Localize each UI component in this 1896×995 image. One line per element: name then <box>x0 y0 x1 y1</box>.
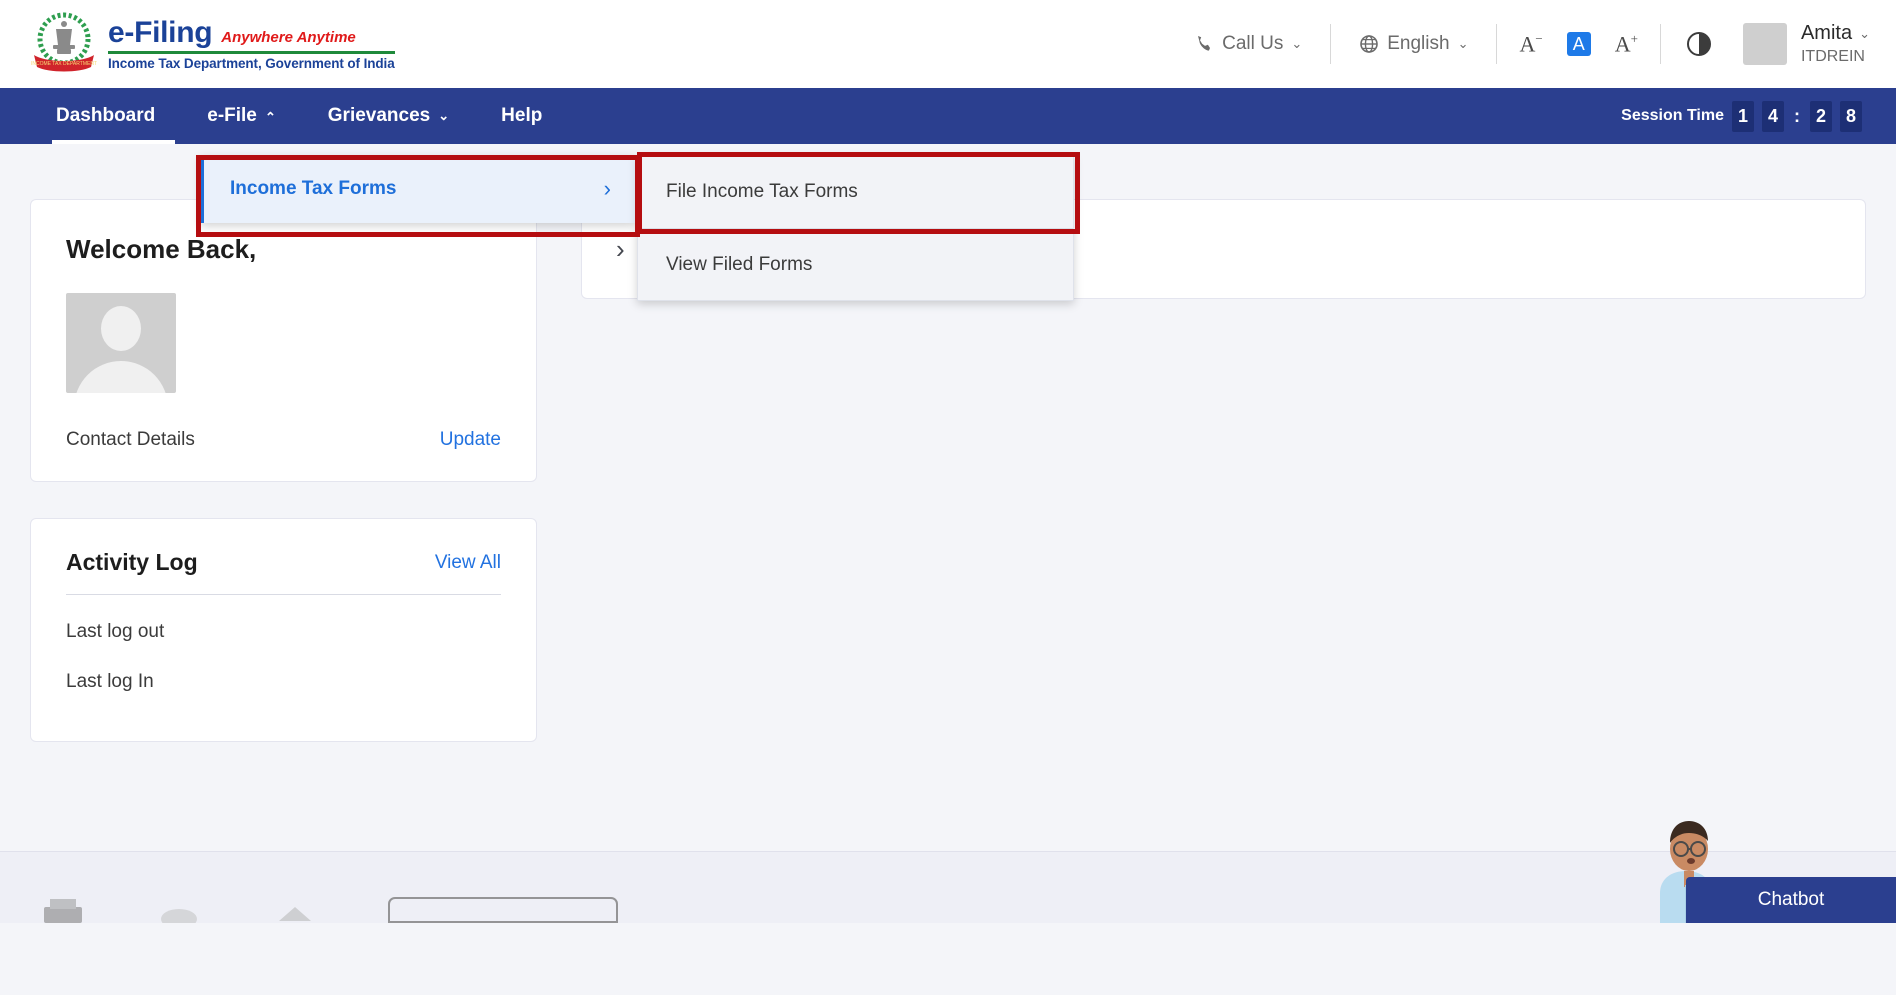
efile-menu-level1: Income Tax Forms › <box>200 155 635 223</box>
call-us-label: Call Us <box>1222 33 1284 54</box>
welcome-card: Welcome Back, Contact Details Update <box>30 199 537 482</box>
chevron-right-icon: › <box>603 176 611 201</box>
top-header: INCOME TAX DEPARTMENT e-Filing Anywhere … <box>0 0 1896 88</box>
brand-logo[interactable]: INCOME TAX DEPARTMENT e-Filing Anywhere … <box>30 11 395 77</box>
font-increase-sup: + <box>1630 31 1638 47</box>
avatar-body <box>74 361 168 393</box>
session-timer: Session Time 1 4 : 2 8 <box>1621 100 1862 132</box>
phone-icon <box>1198 36 1211 51</box>
menu-item-income-tax-forms[interactable]: Income Tax Forms › <box>200 155 635 223</box>
nav-label: e-File <box>207 105 257 126</box>
profile-avatar-icon <box>66 293 176 393</box>
chevron-down-icon: ⌄ <box>1859 25 1870 41</box>
menu-item-label: View Filed Forms <box>666 253 813 275</box>
contact-details-row: Contact Details Update <box>66 429 501 451</box>
menu-item-view-filed-forms[interactable]: View Filed Forms <box>638 228 1073 300</box>
divider <box>1659 24 1661 64</box>
activity-log-title: Activity Log <box>66 549 198 575</box>
font-increase-label: A <box>1614 31 1631 57</box>
main-navigation: Dashboard e-File ⌄ Grievances ⌄ Help Ses… <box>0 88 1896 144</box>
session-time-label: Session Time <box>1621 107 1724 124</box>
footer <box>0 851 1896 923</box>
nav-item-grievances[interactable]: Grievances ⌄ <box>302 88 475 144</box>
contact-details-label: Contact Details <box>66 429 195 450</box>
list-item: Last log out <box>66 621 165 642</box>
footer-pill <box>388 897 618 923</box>
divider <box>1330 24 1332 64</box>
session-digit-1: 1 <box>1732 100 1754 132</box>
chevron-down-icon: ⌄ <box>438 108 450 123</box>
globe-icon <box>1360 35 1379 53</box>
footer-icon-3 <box>279 907 311 921</box>
nav-item-dashboard[interactable]: Dashboard <box>30 88 181 144</box>
nav-item-efile[interactable]: e-File ⌄ <box>181 88 302 144</box>
menu-item-file-income-tax-forms[interactable]: File Income Tax Forms <box>638 156 1073 228</box>
left-column: Welcome Back, Contact Details Update Act… <box>30 199 537 923</box>
font-decrease-button[interactable]: A− <box>1505 32 1556 55</box>
session-digit-2: 4 <box>1762 100 1784 132</box>
avatar <box>1742 23 1787 65</box>
session-digit-3: 2 <box>1810 100 1832 132</box>
nav-label: Help <box>501 105 543 126</box>
svg-text:INCOME TAX DEPARTMENT: INCOME TAX DEPARTMENT <box>31 61 97 67</box>
font-decrease-label: A <box>1519 31 1536 57</box>
brand-title: e-Filing <box>108 15 213 49</box>
user-id-label: ITDREIN <box>1800 48 1865 65</box>
user-name-label: Amita <box>1800 22 1853 44</box>
font-decrease-sup: − <box>1535 31 1543 47</box>
chevron-down-icon: ⌄ <box>1457 36 1469 51</box>
brand-rule <box>108 50 395 54</box>
user-menu[interactable]: Amita ⌄ ITDREIN <box>1729 22 1870 66</box>
nav-item-help[interactable]: Help <box>475 88 568 144</box>
activity-log-header: Activity Log View All <box>66 549 501 576</box>
chatbot-label: Chatbot <box>1757 889 1825 910</box>
header-utility-bar: Call Us ⌄ English ⌄ A− A A+ Amita ⌄ ITDR… <box>1174 0 1870 88</box>
contrast-icon[interactable] <box>1686 32 1711 56</box>
language-label: English <box>1387 33 1450 54</box>
language-selector[interactable]: English ⌄ <box>1339 33 1488 55</box>
update-link[interactable]: Update <box>440 429 501 451</box>
chevron-down-icon: ⌄ <box>1291 36 1303 51</box>
india-emblem-icon: INCOME TAX DEPARTMENT <box>31 12 97 72</box>
brand-tagline: Anywhere Anytime <box>221 28 356 46</box>
divider <box>66 594 501 595</box>
brand-subtitle: Income Tax Department, Government of Ind… <box>108 55 395 71</box>
view-all-link[interactable]: View All <box>435 552 501 574</box>
footer-icon-1 <box>44 899 82 923</box>
page-title: Welcome Back, <box>66 234 257 264</box>
avatar-head <box>101 306 141 351</box>
font-increase-button[interactable]: A+ <box>1601 32 1652 55</box>
menu-item-label: File Income Tax Forms <box>666 181 858 202</box>
efile-menu-level2: File Income Tax Forms View Filed Forms <box>637 155 1074 301</box>
chatbot-button[interactable]: Chatbot <box>1686 877 1896 923</box>
chevron-up-icon: ⌄ <box>264 109 276 124</box>
footer-icon-2 <box>161 909 197 923</box>
session-separator: : <box>1794 105 1800 126</box>
chevron-right-icon: › <box>616 233 625 264</box>
nav-label: Dashboard <box>56 105 156 126</box>
nav-label: Grievances <box>327 105 431 126</box>
menu-item-label: Income Tax Forms <box>230 178 397 199</box>
call-us-button[interactable]: Call Us ⌄ <box>1174 33 1322 55</box>
session-digit-4: 8 <box>1840 100 1862 132</box>
list-item: Last log In <box>66 671 154 692</box>
font-normal-button[interactable]: A <box>1566 32 1591 56</box>
divider <box>1496 24 1498 64</box>
activity-log-card: Activity Log View All Last log out Last … <box>30 518 537 742</box>
